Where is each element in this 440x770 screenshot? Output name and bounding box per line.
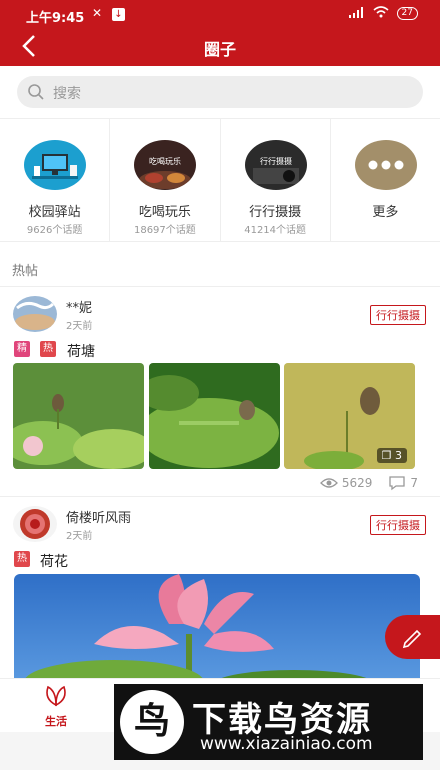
battery-indicator: 27 [396,7,418,20]
post-username: **妮 [66,301,93,316]
photo-image: 行行摄摄 [244,140,307,190]
circle-item-food[interactable]: 吃喝玩乐 吃喝玩乐 18697个话题 [110,119,221,241]
divider [0,286,440,287]
photo-image-label: 行行摄摄 [260,156,292,166]
search-input[interactable]: 搜索 [17,76,423,108]
status-bar: 上午9:45 ✕ ↓ 27 [0,0,440,28]
post-image[interactable] [13,363,144,469]
post-image[interactable] [149,363,280,469]
download-icon: ↓ [112,8,125,21]
post-time: 2天前 [66,321,93,332]
circle-item-campus[interactable]: 校园驿站 9626个话题 [0,119,111,241]
watermark: 鸟 下载鸟资源 www.xiazainiao.com [114,684,423,760]
post-stats: 5629 7 [319,475,418,491]
watermark-url: www.xiazainiao.com [200,734,373,754]
post-time: 2天前 [66,531,93,542]
post-image[interactable] [14,574,420,684]
signal-icon [348,6,365,21]
image-count-badge: ❐ 3 [376,448,407,463]
eye-icon [319,478,338,488]
comments-stat[interactable]: 7 [388,475,418,491]
search-icon [27,83,45,105]
avatar[interactable] [13,506,57,542]
compose-button[interactable] [385,615,440,659]
wifi-icon [373,6,389,21]
status-time: 上午9:45 [26,11,85,26]
circle-name: 行行摄摄 [249,205,302,220]
tab-life-label: 生活 [45,715,67,728]
circle-item-photo[interactable]: 行行摄摄 行行摄摄 41214个话题 [221,119,331,241]
gallery-icon: ❐ [381,449,392,462]
views-stat: 5629 [319,476,373,490]
page-title: 圈子 [203,40,236,59]
circle-name: 校园驿站 [28,205,81,220]
avatar[interactable] [13,296,57,332]
food-image-label: 吃喝玩乐 [149,156,181,166]
post-circle-tag[interactable]: 行行摄摄 [370,515,426,535]
watermark-logo: 鸟 [120,690,184,754]
views-count: 5629 [341,476,373,490]
post-image[interactable]: ❐ 3 [284,363,415,469]
hot-badge: 热 [14,551,30,567]
circle-name: 更多 [372,205,399,220]
divider [0,496,440,497]
status-icons: 27 [348,6,418,21]
search-placeholder: 搜索 [53,86,81,102]
leaf-icon [46,685,66,707]
circle-topic-count: 9626个话题 [26,225,83,236]
app-header: 上午9:45 ✕ ↓ 27 圈子 [0,0,440,66]
hot-posts-heading: 热帖 [12,264,39,279]
food-image: 吃喝玩乐 [134,140,197,190]
comments-count: 7 [410,476,418,490]
post-title[interactable]: 荷花 [40,551,68,571]
comment-icon [389,476,406,491]
mute-icon: ✕ [92,6,103,20]
featured-badge: 精 [14,341,30,357]
post-username: 倚楼听风雨 [66,511,132,526]
more-icon [354,140,417,190]
hot-badge: 热 [40,341,56,357]
circle-categories: 校园驿站 9626个话题 吃喝玩乐 吃喝玩乐 18697个话题 行行摄摄 行行摄… [0,118,440,242]
pencil-icon [402,629,422,649]
tab-life[interactable]: 生活 [36,685,76,729]
circle-name: 吃喝玩乐 [138,205,191,220]
circle-item-more[interactable]: 更多 [331,119,440,241]
circle-topic-count: 18697个话题 [133,225,196,236]
campus-image [24,140,86,190]
circle-topic-count: 41214个话题 [244,225,307,236]
post-title[interactable]: 荷塘 [67,341,95,361]
post-circle-tag[interactable]: 行行摄摄 [370,305,426,325]
